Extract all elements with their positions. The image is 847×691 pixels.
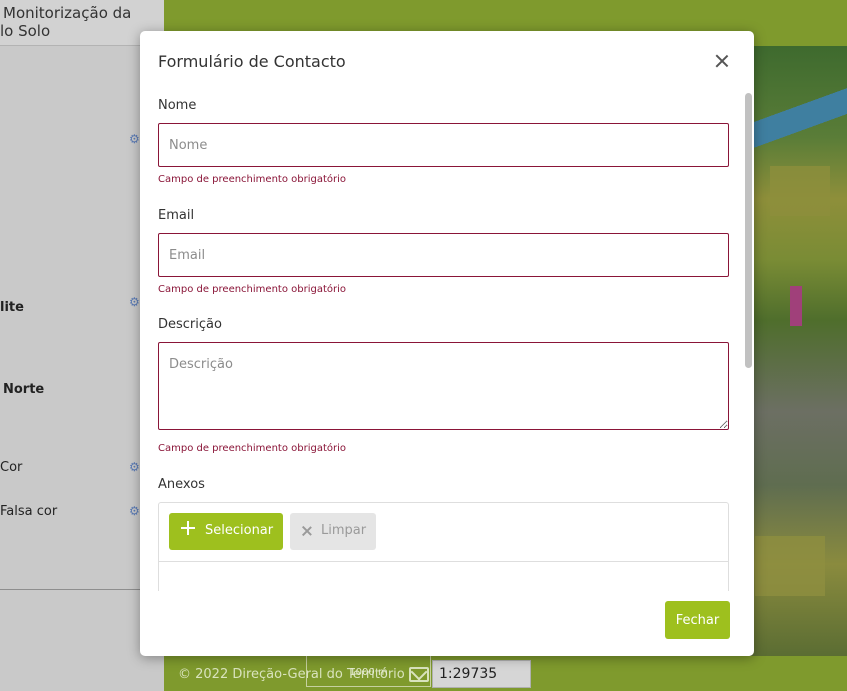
- plus-icon: [181, 521, 195, 535]
- description-textarea[interactable]: [158, 342, 729, 430]
- select-files-label: Selecionar: [205, 523, 274, 538]
- close-icon[interactable]: [714, 53, 730, 69]
- name-input[interactable]: [158, 123, 729, 167]
- description-error: Campo de preenchimento obrigatório: [158, 443, 346, 454]
- email-input[interactable]: [158, 233, 729, 277]
- sidebar-item-label[interactable]: Falsa cor: [0, 504, 57, 519]
- description-label: Descrição: [158, 317, 222, 332]
- name-error: Campo de preenchimento obrigatório: [158, 174, 346, 185]
- clear-files-label: Limpar: [321, 523, 367, 538]
- sidebar-item-label[interactable]: Norte: [3, 382, 44, 397]
- email-error: Campo de preenchimento obrigatório: [158, 284, 346, 295]
- clear-files-button[interactable]: Limpar: [290, 513, 376, 550]
- email-label: Email: [158, 208, 195, 223]
- map-view[interactable]: [750, 46, 847, 656]
- sidebar-item-label[interactable]: Cor: [0, 460, 22, 475]
- x-icon: [301, 525, 313, 537]
- attachments-label: Anexos: [158, 477, 205, 492]
- modal-title: Formulário de Contacto: [158, 52, 346, 71]
- scale-bar: 1000 m: [306, 656, 431, 687]
- attachments-box: Selecionar Limpar: [158, 502, 729, 591]
- close-button[interactable]: Fechar: [665, 601, 730, 639]
- modal-body: Nome Campo de preenchimento obrigatório …: [140, 91, 754, 591]
- contact-form-modal: Formulário de Contacto Nome Campo de pre…: [140, 31, 754, 656]
- sidebar-title-line1: Monitorização da: [3, 4, 132, 22]
- map-field: [790, 286, 802, 326]
- name-label: Nome: [158, 98, 197, 113]
- map-field: [755, 536, 825, 596]
- sidebar-divider: [0, 589, 140, 590]
- scale-input[interactable]: 1:29735: [432, 660, 531, 688]
- map-field: [770, 166, 830, 216]
- sidebar-item-label[interactable]: lite: [0, 300, 24, 315]
- attachments-toolbar: Selecionar Limpar: [159, 503, 728, 562]
- modal-scrollbar[interactable]: [745, 93, 752, 368]
- select-files-button[interactable]: Selecionar: [169, 513, 283, 550]
